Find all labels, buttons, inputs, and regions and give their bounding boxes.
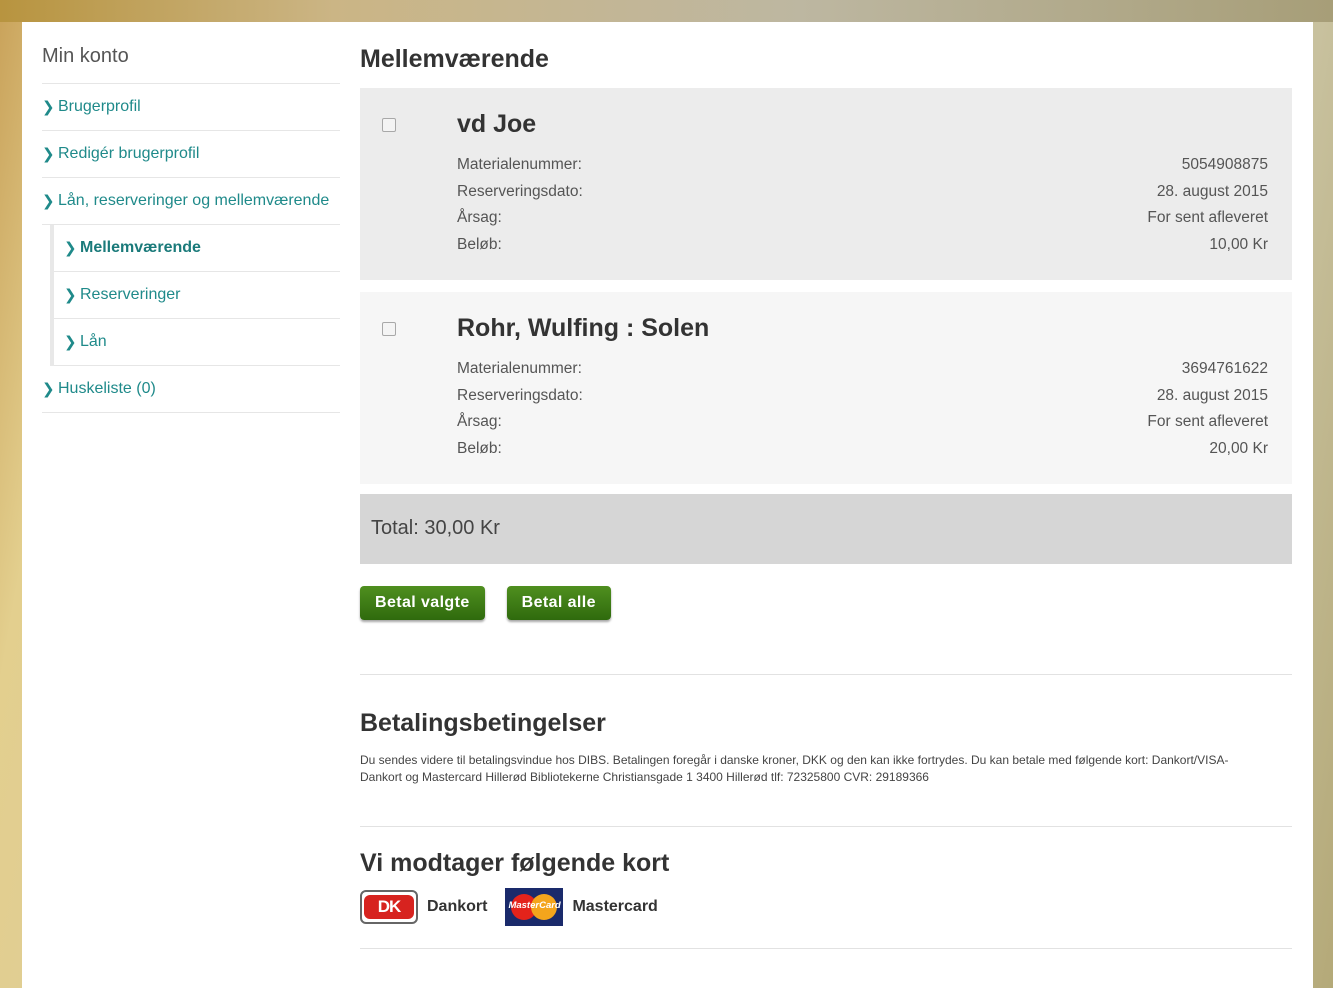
sidebar-item-reserveringer[interactable]: ❯ Reserveringer xyxy=(54,272,340,319)
divider xyxy=(360,674,1292,675)
chevron-right-icon: ❯ xyxy=(64,334,77,351)
detail-label: Reserveringsdato: xyxy=(457,182,583,200)
detail-value: 28. august 2015 xyxy=(1156,386,1268,404)
background-strip xyxy=(0,0,1333,22)
debt-item: Rohr, Wulfing : Solen Materialenummer: 3… xyxy=(360,292,1292,484)
sidebar-item-brugerprofil[interactable]: ❯ Brugerprofil xyxy=(42,84,340,131)
detail-value: 10,00 Kr xyxy=(1209,235,1268,253)
detail-value: 3694761622 xyxy=(1181,360,1268,377)
total-bar: Total: 30,00 Kr xyxy=(360,494,1292,564)
divider xyxy=(360,826,1292,827)
chevron-right-icon: ❯ xyxy=(64,287,77,304)
chevron-right-icon: ❯ xyxy=(42,99,55,116)
sidebar-item-rediger-brugerprofil[interactable]: ❯ Redigér brugerprofil xyxy=(42,131,340,178)
sidebar-title: Min konto xyxy=(42,42,340,84)
detail-row: Årsag: For sent afleveret xyxy=(457,209,1268,236)
debt-details: Materialenummer: 3694761622 Reserverings… xyxy=(457,360,1268,466)
debt-title: vd Joe xyxy=(457,110,537,138)
detail-label: Årsag: xyxy=(457,209,502,226)
debt-details: Materialenummer: 5054908875 Reserverings… xyxy=(457,156,1268,262)
terms-text: Du sendes videre til betalingsvindue hos… xyxy=(360,753,1229,784)
main-content: Mellemværende vd Joe Materialenummer: 50… xyxy=(360,42,1292,949)
cards-heading: Vi modtager følgende kort xyxy=(360,849,670,877)
sidebar-item-label: Brugerprofil xyxy=(58,98,141,115)
detail-row: Materialenummer: 5054908875 xyxy=(457,156,1268,183)
detail-row: Beløb: 20,00 Kr xyxy=(457,440,1268,467)
sidebar-item-mellemvaerende[interactable]: ❯ Mellemværende xyxy=(54,225,340,272)
chevron-right-icon: ❯ xyxy=(64,240,77,257)
sidebar-item-label: Lån xyxy=(80,333,107,350)
payment-buttons: Betal valgte Betal alle xyxy=(360,586,1292,620)
detail-value: 20,00 Kr xyxy=(1209,439,1268,457)
sidebar-item-huskeliste[interactable]: ❯ Huskeliste (0) xyxy=(42,366,340,413)
detail-row: Reserveringsdato: 28. august 2015 xyxy=(457,387,1268,414)
detail-label: Beløb: xyxy=(457,439,502,457)
dankort-logo-text: DK xyxy=(364,895,414,919)
detail-label: Reserveringsdato: xyxy=(457,386,583,404)
debt-checkbox[interactable] xyxy=(382,322,396,336)
divider xyxy=(360,948,1292,949)
dankort-logo-icon: DK xyxy=(360,890,418,924)
chevron-right-icon: ❯ xyxy=(42,381,55,398)
accepted-cards: DK Dankort MasterCard Mastercard xyxy=(360,888,1292,926)
detail-row: Beløb: 10,00 Kr xyxy=(457,236,1268,263)
sidebar-item-laan[interactable]: ❯ Lån xyxy=(54,319,340,366)
detail-row: Årsag: For sent afleveret xyxy=(457,413,1268,440)
mastercard-logo-text: MasterCard xyxy=(508,900,561,911)
debt-title: Rohr, Wulfing : Solen xyxy=(457,314,710,342)
sidebar-item-label: Huskeliste (0) xyxy=(58,380,156,397)
account-sidebar: Min konto ❯ Brugerprofil ❯ Redigér bruge… xyxy=(42,42,340,413)
detail-value: For sent afleveret xyxy=(1147,413,1268,430)
content-panel: Min konto ❯ Brugerprofil ❯ Redigér bruge… xyxy=(22,22,1313,988)
sidebar-item-laan-reserveringer[interactable]: ❯ Lån, reserveringer og mellemværende xyxy=(42,178,340,225)
chevron-right-icon: ❯ xyxy=(42,193,55,210)
sidebar-item-label: Reserveringer xyxy=(80,286,181,303)
detail-label: Materialenummer: xyxy=(457,156,582,173)
debt-item: vd Joe Materialenummer: 5054908875 Reser… xyxy=(360,88,1292,280)
detail-row: Materialenummer: 3694761622 xyxy=(457,360,1268,387)
detail-value: 5054908875 xyxy=(1181,156,1268,173)
card-label: Dankort xyxy=(427,898,488,915)
detail-label: Materialenummer: xyxy=(457,360,582,377)
detail-value: 28. august 2015 xyxy=(1156,182,1268,200)
sidebar-subnav: ❯ Mellemværende ❯ Reserveringer ❯ Lån xyxy=(50,225,340,366)
detail-label: Årsag: xyxy=(457,413,502,430)
pay-selected-button[interactable]: Betal valgte xyxy=(360,586,485,620)
pay-all-button[interactable]: Betal alle xyxy=(506,586,611,620)
sidebar-item-label: Lån, reserveringer og mellemværende xyxy=(58,192,330,209)
debt-checkbox[interactable] xyxy=(382,118,396,132)
detail-value: For sent afleveret xyxy=(1147,209,1268,226)
detail-row: Reserveringsdato: 28. august 2015 xyxy=(457,183,1268,210)
detail-label: Beløb: xyxy=(457,235,502,253)
card-label: Mastercard xyxy=(572,898,658,915)
sidebar-item-label: Mellemværende xyxy=(80,239,201,256)
terms-heading: Betalingsbetingelser xyxy=(360,709,606,737)
mastercard-logo-icon: MasterCard xyxy=(505,888,564,926)
chevron-right-icon: ❯ xyxy=(42,146,55,163)
sidebar-item-label: Redigér brugerprofil xyxy=(58,145,200,162)
page-title: Mellemværende xyxy=(360,45,549,73)
